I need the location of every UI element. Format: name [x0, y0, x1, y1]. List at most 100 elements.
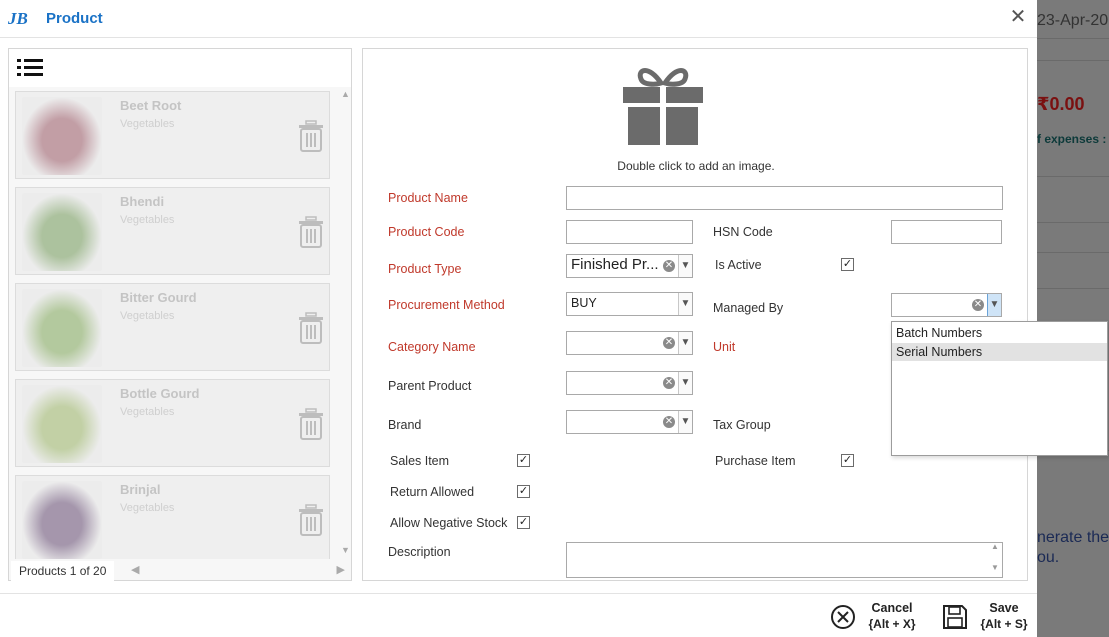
procurement-method-value: BUY: [571, 296, 597, 310]
dropdown-option[interactable]: Batch Numbers: [892, 324, 1107, 342]
list-icon[interactable]: [17, 58, 43, 78]
hsn-code-input[interactable]: [891, 220, 1002, 244]
cancel-shortcut: {Alt + X}: [868, 617, 916, 631]
product-card[interactable]: Bottle Gourd Vegetables: [15, 379, 330, 467]
product-thumbnail: [22, 97, 102, 175]
product-name: Bottle Gourd: [120, 386, 200, 401]
return-allowed-checkbox[interactable]: ✓: [517, 485, 530, 498]
product-name: Bitter Gourd: [120, 290, 197, 305]
product-card[interactable]: Brinjal Vegetables: [15, 475, 330, 559]
list-horizontal-scrollbar[interactable]: ◀ ▶: [127, 563, 351, 577]
procurement-method-select[interactable]: BUY ▼: [566, 292, 693, 316]
product-thumbnail: [22, 481, 102, 559]
scroll-down-icon[interactable]: ▼: [991, 563, 999, 572]
title-bar: JB Product ✕: [0, 0, 1037, 38]
category-name-label: Category Name: [388, 340, 476, 354]
clear-icon[interactable]: ✕: [663, 260, 675, 272]
product-thumbnail: [22, 193, 102, 271]
product-type-select[interactable]: Finished Pr... ✕ ▼: [566, 254, 693, 278]
trash-icon[interactable]: [298, 312, 324, 344]
product-card[interactable]: Bitter Gourd Vegetables: [15, 283, 330, 371]
description-scrollbar[interactable]: ▲ ▼: [988, 542, 1002, 577]
clear-icon[interactable]: ✕: [972, 299, 984, 311]
managed-by-label: Managed By: [713, 301, 784, 315]
background-expenses-label: f expenses :: [1037, 132, 1107, 146]
scroll-up-icon[interactable]: ▲: [991, 542, 999, 551]
product-card[interactable]: Bhendi Vegetables: [15, 187, 330, 275]
product-list-header: [9, 49, 351, 87]
product-cards: Beet Root Vegetables Bhendi Vegetables Bitte…: [9, 89, 339, 559]
product-thumbnail: [22, 385, 102, 463]
is-active-label: Is Active: [715, 258, 762, 272]
background-divider: [1037, 176, 1109, 177]
unit-label: Unit: [713, 340, 736, 354]
description-label: Description: [388, 545, 451, 559]
product-count: Products 1 of 20: [11, 561, 115, 581]
app-logo: JB: [8, 9, 28, 28]
clear-icon[interactable]: ✕: [663, 416, 675, 428]
background-divider: [1037, 222, 1109, 223]
procurement-method-label: Procurement Method: [388, 298, 505, 312]
clear-icon[interactable]: ✕: [663, 337, 675, 349]
trash-icon[interactable]: [298, 120, 324, 152]
save-button[interactable]: Save {Alt + S}: [942, 594, 1034, 637]
background-divider: [1037, 38, 1109, 39]
scroll-left-icon[interactable]: ◀: [131, 563, 139, 576]
cancel-icon: [831, 605, 855, 629]
trash-icon[interactable]: [298, 504, 324, 536]
purchase-item-checkbox[interactable]: ✓: [841, 454, 854, 467]
chevron-down-icon[interactable]: ▼: [678, 332, 692, 354]
product-name-label: Product Name: [388, 191, 468, 205]
dropdown-option[interactable]: Serial Numbers: [892, 343, 1107, 361]
background-divider: [1037, 288, 1109, 289]
chevron-down-icon[interactable]: ▼: [987, 294, 1001, 316]
chevron-down-icon[interactable]: ▼: [678, 293, 692, 315]
product-type-value: Finished Pr...: [571, 256, 659, 273]
hsn-code-label: HSN Code: [713, 225, 773, 239]
managed-by-select[interactable]: ✕ ▼: [891, 293, 1002, 317]
gift-icon[interactable]: [621, 61, 705, 147]
background-amount: ₹0.00: [1037, 94, 1085, 114]
sales-item-label: Sales Item: [390, 454, 450, 468]
background-divider: [1037, 60, 1109, 61]
brand-select[interactable]: ✕ ▼: [566, 410, 693, 434]
parent-product-select[interactable]: ✕ ▼: [566, 371, 693, 395]
trash-icon[interactable]: [298, 216, 324, 248]
image-hint: Double click to add an image.: [617, 159, 775, 173]
allow-negative-stock-label: Allow Negative Stock: [390, 516, 508, 530]
tax-group-label: Tax Group: [713, 418, 771, 432]
chevron-down-icon[interactable]: ▼: [678, 411, 692, 433]
return-allowed-label: Return Allowed: [390, 485, 475, 499]
product-category: Vegetables: [120, 214, 175, 226]
is-active-checkbox[interactable]: ✓: [841, 258, 854, 271]
product-name: Bhendi: [120, 194, 165, 209]
scroll-right-icon[interactable]: ▶: [337, 563, 345, 576]
chevron-down-icon[interactable]: ▼: [678, 255, 692, 277]
trash-icon[interactable]: [298, 408, 324, 440]
brand-label: Brand: [388, 418, 422, 432]
sales-item-checkbox[interactable]: ✓: [517, 454, 530, 467]
product-card[interactable]: Beet Root Vegetables: [15, 91, 330, 179]
product-thumbnail: [22, 289, 102, 367]
product-code-input[interactable]: [566, 220, 693, 244]
background-date: 23-Apr-201: [1037, 12, 1109, 29]
product-type-label: Product Type: [388, 262, 462, 276]
category-name-select[interactable]: ✕ ▼: [566, 331, 693, 355]
purchase-item-label: Purchase Item: [715, 454, 796, 468]
description-textarea[interactable]: ▲ ▼: [566, 542, 1003, 578]
background-app: 23-Apr-201 ₹0.00 f expenses : nerate the…: [1037, 0, 1109, 637]
action-bar: Cancel {Alt + X} Save {Alt + S}: [0, 593, 1037, 637]
dialog-title: Product: [46, 10, 103, 27]
list-vertical-scrollbar[interactable]: ▲ ▼: [341, 89, 351, 559]
close-button[interactable]: ✕: [1008, 7, 1028, 28]
scroll-up-icon[interactable]: ▲: [341, 89, 350, 99]
product-category: Vegetables: [120, 310, 175, 322]
scroll-down-icon[interactable]: ▼: [341, 545, 350, 555]
product-name-input[interactable]: [566, 186, 1003, 210]
cancel-button[interactable]: Cancel {Alt + X}: [830, 594, 926, 637]
product-name: Beet Root: [120, 98, 182, 113]
clear-icon[interactable]: ✕: [663, 377, 675, 389]
allow-negative-stock-checkbox[interactable]: ✓: [517, 516, 530, 529]
product-name: Brinjal: [120, 482, 161, 497]
chevron-down-icon[interactable]: ▼: [678, 372, 692, 394]
